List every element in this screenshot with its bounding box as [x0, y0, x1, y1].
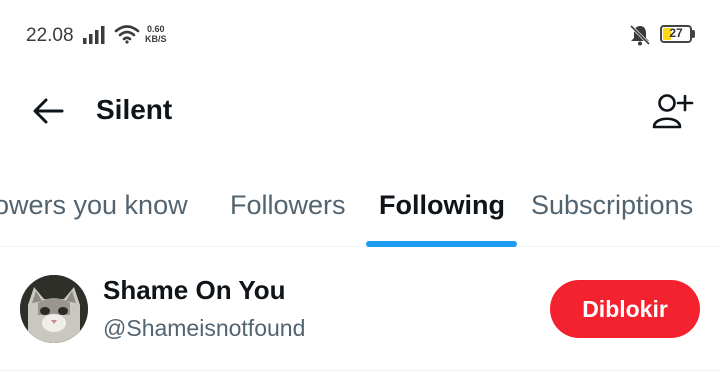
list-item[interactable]: Shame On You @Shameisnotfound Diblokir	[0, 247, 720, 371]
user-display-name: Shame On You	[103, 275, 286, 305]
tab-bar: owers you know Followers Following Subsc…	[0, 150, 720, 247]
back-arrow-icon[interactable]	[32, 94, 66, 128]
wifi-icon	[114, 25, 140, 44]
battery-tip	[692, 30, 695, 38]
battery-icon: 27	[660, 25, 692, 43]
status-bar: 22.08 0.60 KB/S 27	[0, 0, 720, 70]
add-user-icon[interactable]	[652, 92, 694, 130]
page-title: Silent	[96, 94, 173, 125]
tab-followers-you-know[interactable]: owers you know	[0, 190, 188, 221]
blocked-button[interactable]: Diblokir	[550, 280, 700, 338]
network-speed: 0.60 KB/S	[145, 24, 167, 44]
top-bar: Silent	[0, 70, 720, 150]
tab-following[interactable]: Following	[379, 190, 505, 221]
status-time: 22.08	[26, 25, 74, 46]
bell-muted-icon	[629, 24, 651, 46]
cat-avatar-image	[20, 275, 88, 343]
battery-level: 27	[669, 26, 683, 40]
user-handle: @Shameisnotfound	[103, 315, 306, 341]
signal-icon	[83, 26, 105, 44]
tab-followers[interactable]: Followers	[230, 190, 346, 221]
avatar[interactable]	[20, 275, 88, 343]
tab-subscriptions[interactable]: Subscriptions	[531, 190, 693, 221]
speed-value: 0.60	[146, 24, 165, 34]
speed-unit: KB/S	[145, 34, 167, 44]
